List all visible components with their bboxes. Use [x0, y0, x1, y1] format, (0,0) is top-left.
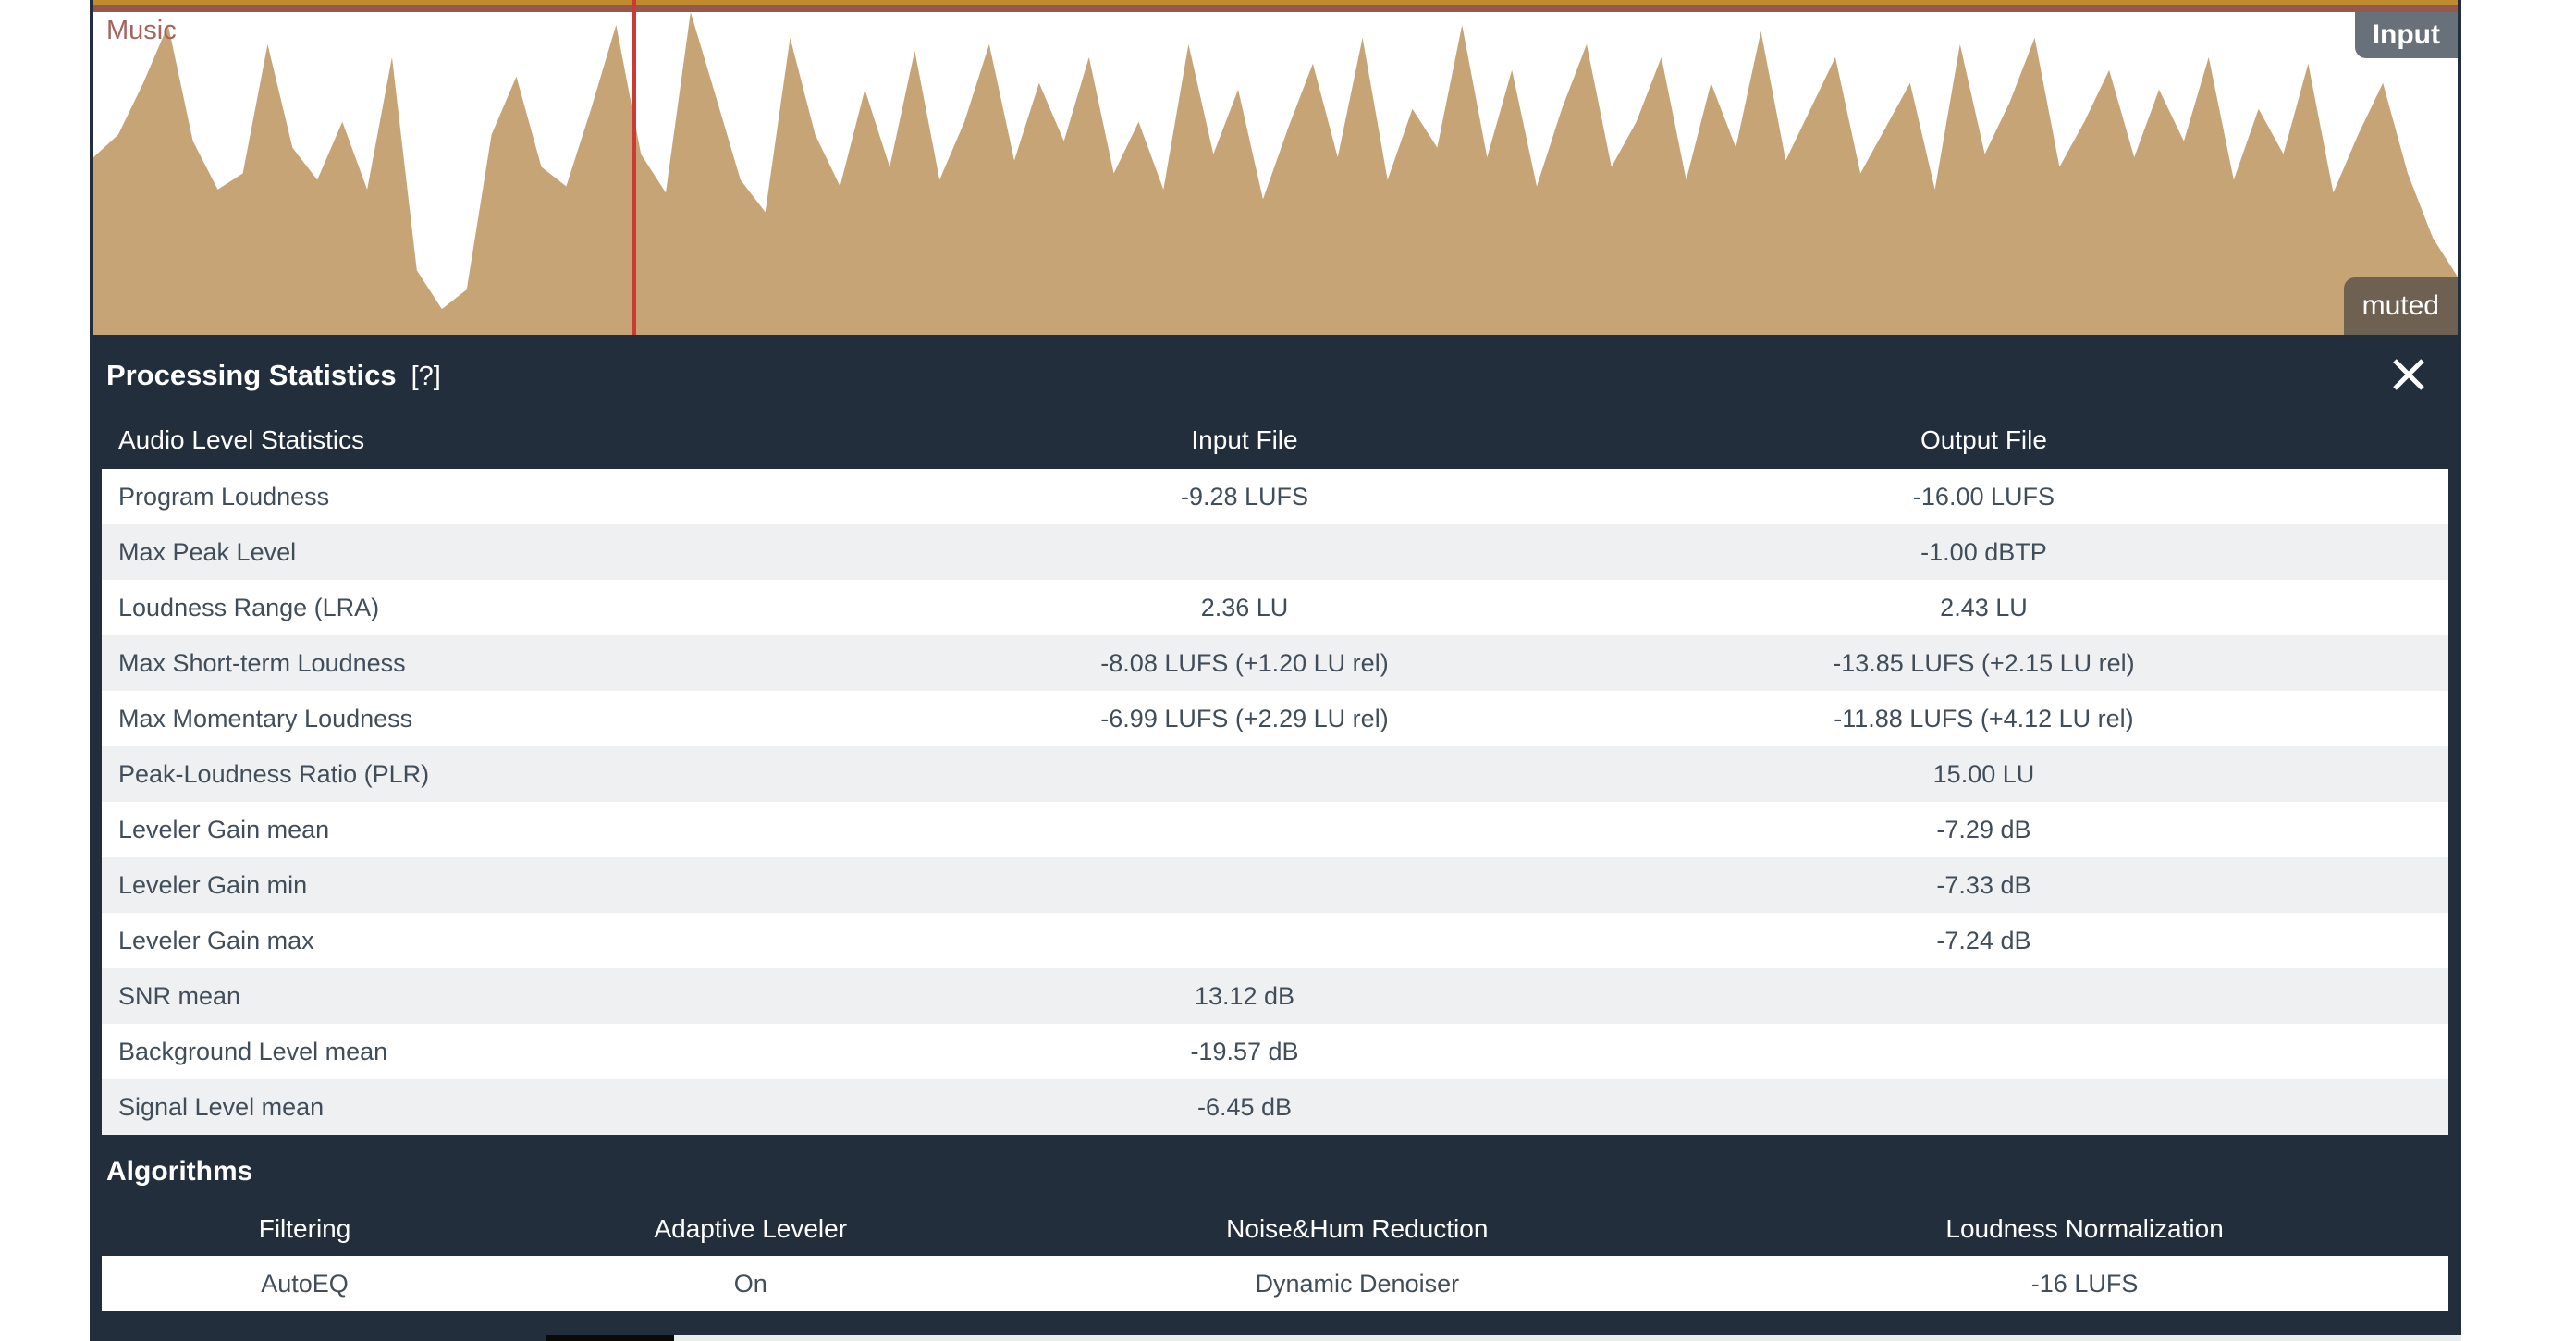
panel-title-text: Processing Statistics: [106, 359, 397, 391]
help-link[interactable]: [?]: [411, 362, 441, 391]
algorithms-value-cell: Dynamic Denoiser: [993, 1270, 1721, 1298]
header-input-file: Input File: [970, 425, 1519, 455]
row-input-value: -19.57 dB: [970, 1038, 1519, 1066]
row-output-value: -7.33 dB: [1519, 871, 2448, 900]
bottom-edge-panel-remainder: [90, 1335, 546, 1341]
algorithms-value-cell: -16 LUFS: [1721, 1270, 2448, 1298]
row-label: Peak-Loudness Ratio (PLR): [102, 760, 970, 789]
table-row: SNR mean13.12 dB: [102, 968, 2448, 1024]
audio-level-statistics-table: Audio Level Statistics Input File Output…: [102, 412, 2448, 1135]
row-output-value: 2.43 LU: [1519, 594, 2448, 622]
row-label: Signal Level mean: [102, 1093, 970, 1122]
row-input-value: -6.99 LUFS (+2.29 LU rel): [970, 705, 1519, 733]
waveform-graph: [93, 12, 2458, 335]
row-output-value: -11.88 LUFS (+4.12 LU rel): [1519, 705, 2448, 733]
algorithms-value-cell: On: [508, 1270, 993, 1298]
table-row: Leveler Gain max -7.24 dB: [102, 913, 2448, 968]
table-row: Signal Level mean-6.45 dB: [102, 1079, 2448, 1135]
table-row: Peak-Loudness Ratio (PLR) 15.00 LU: [102, 746, 2448, 802]
row-output-value: -1.00 dBTP: [1519, 538, 2448, 567]
panel-title: Processing Statistics [?]: [106, 359, 441, 392]
table-row: Max Momentary Loudness-6.99 LUFS (+2.29 …: [102, 691, 2448, 746]
row-output-value: 15.00 LU: [1519, 760, 2448, 789]
row-output-value: -7.24 dB: [1519, 927, 2448, 955]
row-input-value: -6.45 dB: [970, 1093, 1519, 1122]
row-input-value: 2.36 LU: [970, 594, 1519, 622]
close-icon[interactable]: [2387, 353, 2430, 396]
row-label: Leveler Gain min: [102, 871, 970, 900]
app-window: Music Input muted Processing Statistics […: [0, 0, 2576, 1341]
algorithms-header-row: FilteringAdaptive LevelerNoise&Hum Reduc…: [102, 1202, 2448, 1256]
row-label: Loudness Range (LRA): [102, 594, 970, 622]
table-row: Leveler Gain min -7.33 dB: [102, 857, 2448, 913]
input-source-badge[interactable]: Input: [2355, 12, 2458, 58]
table-row: Loudness Range (LRA)2.36 LU2.43 LU: [102, 580, 2448, 635]
row-label: Background Level mean: [102, 1038, 970, 1066]
table-row: Background Level mean-19.57 dB: [102, 1024, 2448, 1079]
row-label: Max Momentary Loudness: [102, 705, 970, 733]
waveform-shape: [93, 12, 2458, 335]
row-output-value: -13.85 LUFS (+2.15 LU rel): [1519, 649, 2448, 678]
row-label: Program Loudness: [102, 483, 970, 511]
algorithms-value-row: AutoEQOnDynamic Denoiser-16 LUFS: [102, 1256, 2448, 1311]
algorithms-table: FilteringAdaptive LevelerNoise&Hum Reduc…: [102, 1202, 2448, 1311]
row-input-value: -9.28 LUFS: [970, 483, 1519, 511]
table-row: Max Short-term Loudness-8.08 LUFS (+1.20…: [102, 635, 2448, 691]
row-input-value: 13.12 dB: [970, 982, 1519, 1011]
row-label: Max Short-term Loudness: [102, 649, 970, 678]
row-output-value: -16.00 LUFS: [1519, 483, 2448, 511]
row-input-value: -8.08 LUFS (+1.20 LU rel): [970, 649, 1519, 678]
algorithms-title: Algorithms: [106, 1156, 252, 1187]
header-output-file: Output File: [1519, 425, 2448, 455]
waveform-track[interactable]: Music Input muted: [90, 0, 2461, 335]
algorithms-header-cell: Filtering: [102, 1214, 508, 1244]
table-row: Program Loudness-9.28 LUFS-16.00 LUFS: [102, 469, 2448, 524]
processing-statistics-panel: Processing Statistics [?] Audio Level Sta…: [90, 335, 2461, 1335]
algorithms-value-cell: AutoEQ: [102, 1270, 508, 1298]
bottom-edge-cutoff-element: [546, 1335, 674, 1341]
header-audio-level-statistics: Audio Level Statistics: [102, 425, 970, 455]
track-top-strip-maroon: [93, 5, 2458, 12]
row-output-value: -7.29 dB: [1519, 816, 2448, 844]
row-label: Leveler Gain mean: [102, 816, 970, 844]
algorithms-header-cell: Loudness Normalization: [1721, 1214, 2448, 1244]
playhead-cursor[interactable]: [632, 0, 636, 335]
track-label: Music: [106, 16, 177, 46]
table-body: Program Loudness-9.28 LUFS-16.00 LUFSMax…: [102, 469, 2448, 1135]
bottom-edge-page-background: [674, 1335, 2461, 1341]
row-label: SNR mean: [102, 982, 970, 1011]
algorithms-header-cell: Noise&Hum Reduction: [993, 1214, 1721, 1244]
table-row: Max Peak Level -1.00 dBTP: [102, 524, 2448, 580]
muted-badge[interactable]: muted: [2344, 277, 2458, 335]
row-label: Max Peak Level: [102, 538, 970, 567]
row-label: Leveler Gain max: [102, 927, 970, 955]
table-row: Leveler Gain mean -7.29 dB: [102, 802, 2448, 857]
algorithms-header-cell: Adaptive Leveler: [508, 1214, 993, 1244]
table-header-row: Audio Level Statistics Input File Output…: [102, 412, 2448, 469]
